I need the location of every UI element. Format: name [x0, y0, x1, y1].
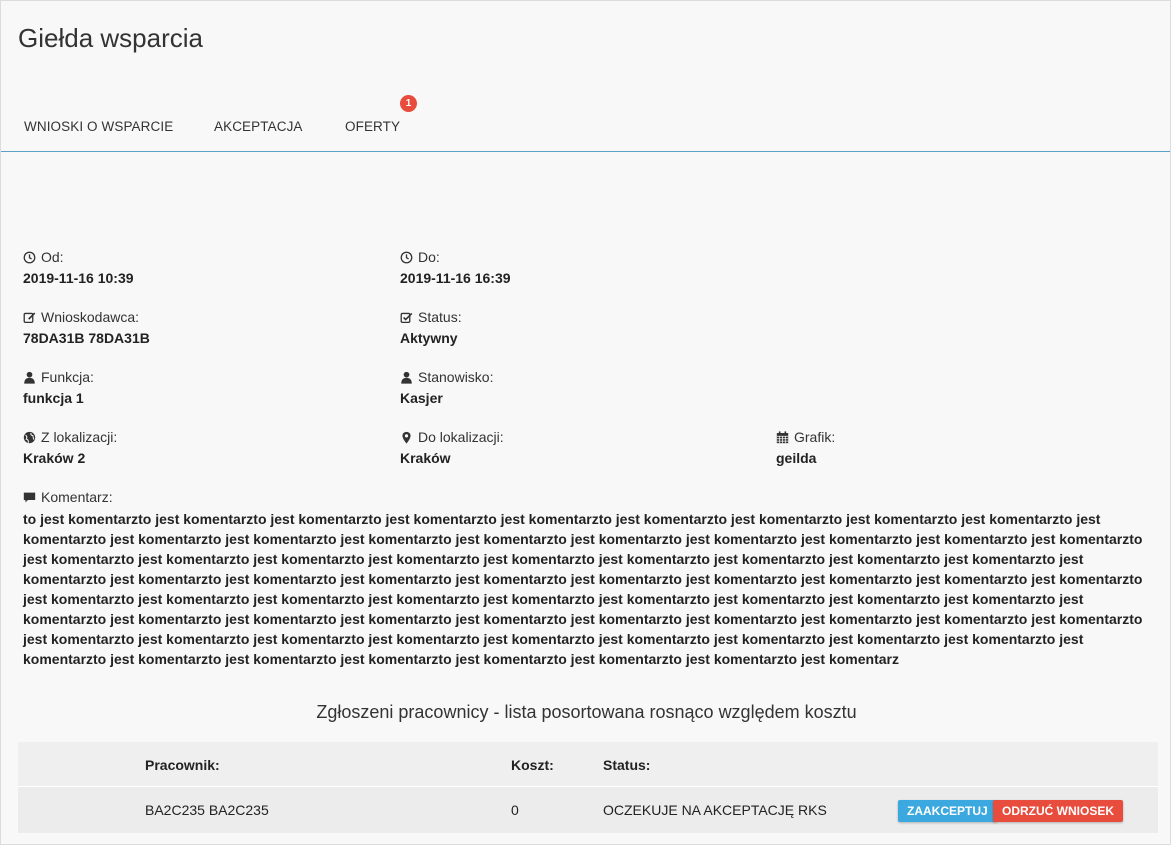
row-status: OCZEKUJE NA AKCEPTACJĘ RKS [603, 802, 827, 818]
user-icon [24, 371, 35, 384]
list-title: Zgłoszeni pracownicy - lista posortowana… [316, 702, 857, 722]
field-do-lokalizacji: Do lokalizacji: Kraków [400, 429, 504, 466]
page-title: Giełda wsparcia [18, 23, 203, 53]
field-funkcja: Funkcja: funkcja 1 [23, 369, 94, 406]
stanowisko-label: Stanowisko: [418, 369, 494, 385]
field-od: Od: 2019-11-16 10:39 [23, 249, 134, 286]
komentarz-value: to jest komentarzto jest komentarzto jes… [23, 511, 1143, 667]
do-label: Do: [418, 249, 440, 265]
od-label: Od: [41, 249, 64, 265]
user-icon [401, 371, 412, 384]
wnioskodawca-label: Wnioskodawca: [41, 309, 140, 325]
field-wnioskodawca: Wnioskodawca: 78DA31B 78DA31B [23, 309, 150, 346]
z-lokalizacji-label: Z lokalizacji: [41, 429, 118, 445]
do-lokalizacji-value: Kraków [400, 450, 451, 466]
check-square-icon [400, 312, 413, 323]
edit-icon [23, 311, 36, 323]
globe-icon [23, 431, 36, 443]
header-koszt: Koszt: [511, 757, 554, 773]
field-grafik: Grafik: geilda [776, 429, 835, 466]
reject-button[interactable]: ODRZUĆ WNIOSEK [993, 800, 1123, 822]
stanowisko-value: Kasjer [400, 390, 443, 406]
grafik-label: Grafik: [794, 429, 836, 445]
map-marker-icon [402, 431, 411, 444]
comment-icon [23, 492, 36, 502]
clock-icon [400, 251, 413, 263]
status-value: Aktywny [400, 330, 458, 346]
accept-button[interactable]: ZAAKCEPTUJ [898, 800, 997, 822]
table-row: BA2C235 BA2C235 0 OCZEKUJE NA AKCEPTACJĘ… [18, 786, 1158, 833]
tab-akceptacja[interactable]: AKCEPTACJA [214, 119, 303, 134]
field-z-lokalizacji: Z lokalizacji: Kraków 2 [23, 429, 117, 466]
komentarz-label: Komentarz: [41, 489, 113, 505]
header-status: Status: [603, 757, 651, 773]
header-pracownik: Pracownik: [145, 757, 220, 773]
grafik-value: geilda [776, 450, 817, 466]
od-value: 2019-11-16 10:39 [23, 270, 134, 286]
field-komentarz: Komentarz: to jest komentarzto jest kome… [23, 489, 1148, 669]
funkcja-value: funkcja 1 [23, 390, 84, 406]
row-pracownik: BA2C235 BA2C235 [145, 802, 269, 818]
tab-bar: WNIOSKI O WSPARCIE AKCEPTACJA OFERTY 1 [1, 95, 1170, 152]
row-koszt: 0 [511, 802, 519, 818]
field-stanowisko: Stanowisko: Kasjer [400, 369, 493, 406]
tab-wnioski-o-wsparcie[interactable]: WNIOSKI O WSPARCIE [24, 119, 173, 134]
oferty-count-badge: 1 [400, 95, 417, 112]
employees-table: Pracownik: Koszt: Status: BA2C235 BA2C23… [18, 742, 1158, 833]
z-lokalizacji-value: Kraków 2 [23, 450, 86, 466]
tab-oferty[interactable]: OFERTY [345, 119, 400, 134]
do-value: 2019-11-16 16:39 [400, 270, 511, 286]
field-status: Status: Aktywny [400, 309, 462, 346]
status-label: Status: [418, 309, 462, 325]
table-header: Pracownik: Koszt: Status: [18, 742, 1158, 786]
do-lokalizacji-label: Do lokalizacji: [418, 429, 504, 445]
clock-icon [23, 251, 36, 263]
calendar-icon [776, 430, 789, 443]
funkcja-label: Funkcja: [41, 369, 94, 385]
field-do: Do: 2019-11-16 16:39 [400, 249, 511, 286]
wnioskodawca-value: 78DA31B 78DA31B [23, 330, 150, 346]
